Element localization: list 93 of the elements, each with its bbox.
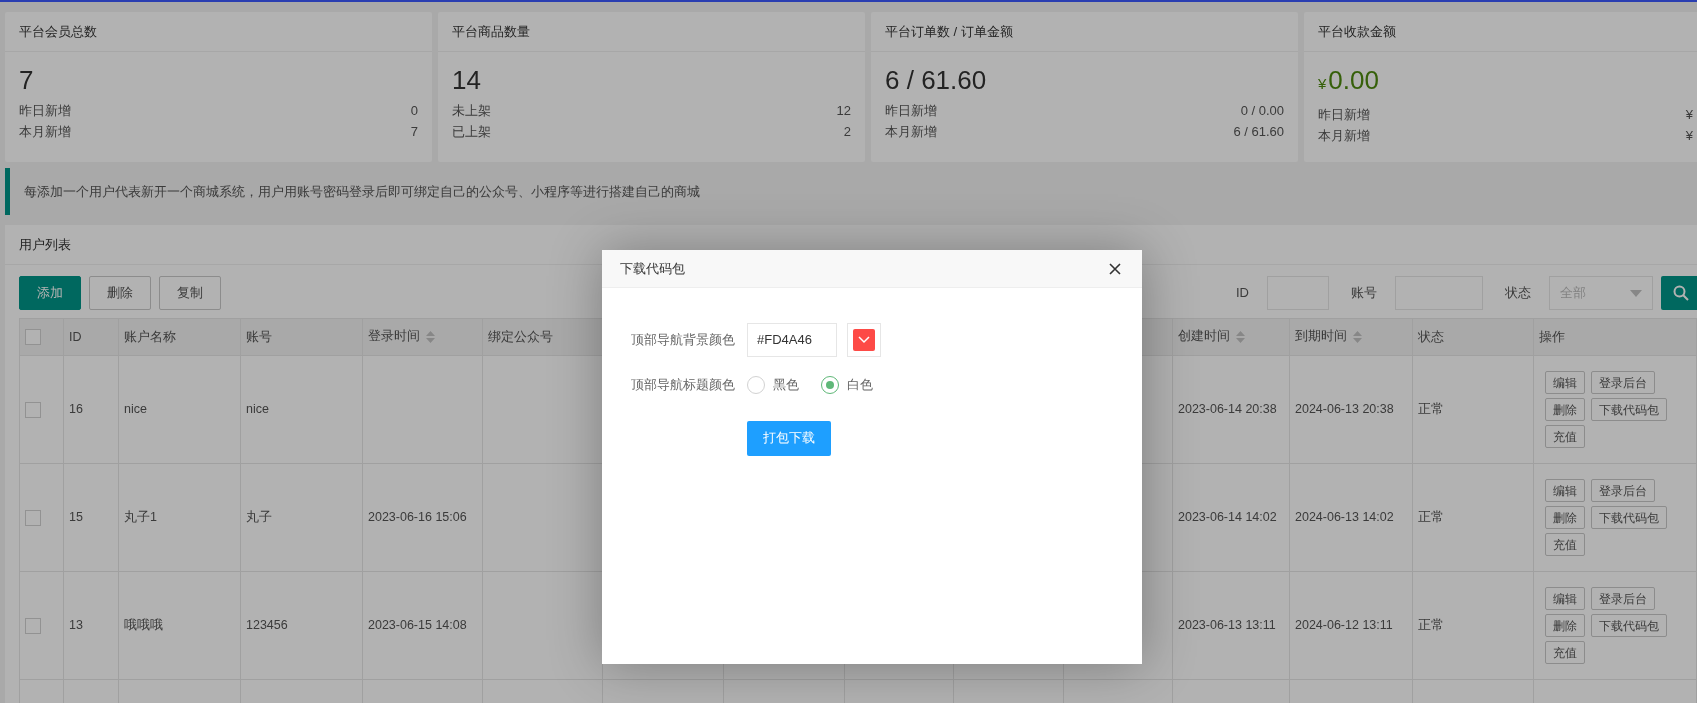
field-label: 顶部导航背景颜色 <box>630 331 736 350</box>
status-cell: 正常 <box>1412 463 1534 572</box>
table-cell: 2023-06-15 14:08 <box>362 571 483 680</box>
currency-sign: ¥ <box>1318 75 1327 92</box>
stat-label: 已上架 <box>452 123 491 141</box>
action-button[interactable]: 下载代码包 <box>1591 614 1667 637</box>
action-button[interactable]: 编辑 <box>1545 587 1585 610</box>
close-icon <box>1108 261 1122 276</box>
stat-number: 2 <box>843 123 851 141</box>
stat-value: 0.00 <box>1328 65 1379 95</box>
stat-value: 14 <box>452 65 481 95</box>
column-header: 创建时间 <box>1172 318 1290 356</box>
column-header: ID <box>63 318 119 356</box>
stat-label: 昨日新增 <box>19 102 71 120</box>
action-button[interactable]: 下载代码包 <box>1591 506 1667 529</box>
card-title: 平台订单数 / 订单金额 <box>871 12 1298 52</box>
status-cell: 正常 <box>1412 571 1534 680</box>
action-button[interactable]: 登录后台 <box>1591 371 1655 394</box>
filter-label: 状态 <box>1505 284 1531 303</box>
column-header: 绑定公众号 <box>482 318 603 356</box>
card-title: 平台收款金额 <box>1304 12 1697 52</box>
stat-label: 昨日新增 <box>1318 106 1370 124</box>
stat-number: 7 <box>410 123 418 141</box>
stat-label: 昨日新增 <box>885 102 937 120</box>
table-cell: 123456 <box>240 571 363 680</box>
sort-icon[interactable] <box>426 331 435 344</box>
table-cell: 15 <box>63 463 119 572</box>
column-header: 状态 <box>1412 318 1534 356</box>
action-button[interactable]: 编辑 <box>1545 371 1585 394</box>
stat-number: ¥ <box>1685 106 1693 124</box>
toolbar-button[interactable]: 复制 <box>159 276 221 310</box>
stat-label: 未上架 <box>452 102 491 120</box>
action-button[interactable]: 删除 <box>1545 398 1585 421</box>
add-button[interactable]: 添加 <box>19 276 81 310</box>
column-header: 操作 <box>1533 318 1697 356</box>
column-header: 到期时间 <box>1289 318 1413 356</box>
action-button[interactable]: 下载代码包 <box>1591 398 1667 421</box>
column-header: 登录时间 <box>362 318 483 356</box>
table-cell: 2023-06-13 13:11 <box>1172 571 1290 680</box>
stat-number: ¥ <box>1685 127 1693 145</box>
stat-value: 7 <box>19 65 34 95</box>
table-cell: 16 <box>63 355 119 464</box>
radio-option[interactable]: 黑色 <box>747 375 799 395</box>
stat-number: 0 <box>410 102 418 120</box>
row-checkbox[interactable] <box>25 617 41 634</box>
search-button[interactable] <box>1661 276 1697 310</box>
table-cell: 哦哦哦 <box>118 571 241 680</box>
action-button[interactable]: 充值 <box>1545 641 1585 664</box>
sort-icon[interactable] <box>1236 331 1245 344</box>
stat-number: 0 / 0.00 <box>1240 102 1284 120</box>
table-cell: 2023-06-16 15:06 <box>362 463 483 572</box>
action-button[interactable]: 删除 <box>1545 614 1585 637</box>
color-input[interactable]: #FD4A46 <box>747 323 837 357</box>
stat-number: 6 / 61.60 <box>1233 123 1284 141</box>
table-cell: 2023-06-14 14:02 <box>1172 463 1290 572</box>
column-header: 账户名称 <box>118 318 241 356</box>
table-cell: 2023-06-14 20:38 <box>1172 355 1290 464</box>
chevron-icon <box>858 336 870 344</box>
column-header: 账号 <box>240 318 363 356</box>
select-all-checkbox[interactable] <box>25 329 41 346</box>
action-button[interactable]: 充值 <box>1545 533 1585 556</box>
field-label: 顶部导航标题颜色 <box>630 376 736 394</box>
status-cell: 正常 <box>1412 355 1534 464</box>
stat-label: 本月新增 <box>885 123 937 141</box>
action-button[interactable]: 删除 <box>1545 506 1585 529</box>
table-cell: 丸子1 <box>118 463 241 572</box>
action-button[interactable]: 充值 <box>1545 425 1585 448</box>
toolbar-button[interactable]: 删除 <box>89 276 151 310</box>
filter-label: 账号 <box>1351 284 1377 303</box>
row-checkbox[interactable] <box>25 401 41 418</box>
caret-icon <box>1630 289 1642 297</box>
table-cell: 2024-06-12 13:11 <box>1289 571 1413 680</box>
card-title: 平台商品数量 <box>438 12 865 52</box>
table-cell: 13 <box>63 571 119 680</box>
table-cell: 2024-06-13 14:02 <box>1289 463 1413 572</box>
stat-label: 本月新增 <box>19 123 71 141</box>
sort-icon[interactable] <box>1353 331 1362 344</box>
table-cell: 2024-06-13 20:38 <box>1289 355 1413 464</box>
radio-option[interactable]: 白色 <box>821 375 873 395</box>
search-icon <box>1673 285 1689 301</box>
stat-value: 6 / 61.60 <box>885 65 987 95</box>
stat-number: 12 <box>836 102 851 120</box>
action-button[interactable]: 登录后台 <box>1591 587 1655 610</box>
table-cell: nice <box>240 355 363 464</box>
card-title: 平台会员总数 <box>5 12 432 52</box>
table-cell: nice <box>118 355 241 464</box>
color-picker-button[interactable] <box>847 323 881 357</box>
stat-label: 本月新增 <box>1318 127 1370 145</box>
row-checkbox[interactable] <box>25 509 41 526</box>
filter-label: ID <box>1236 284 1249 303</box>
action-button[interactable]: 登录后台 <box>1591 479 1655 502</box>
table-cell: 丸子 <box>240 463 363 572</box>
action-button[interactable]: 编辑 <box>1545 479 1585 502</box>
